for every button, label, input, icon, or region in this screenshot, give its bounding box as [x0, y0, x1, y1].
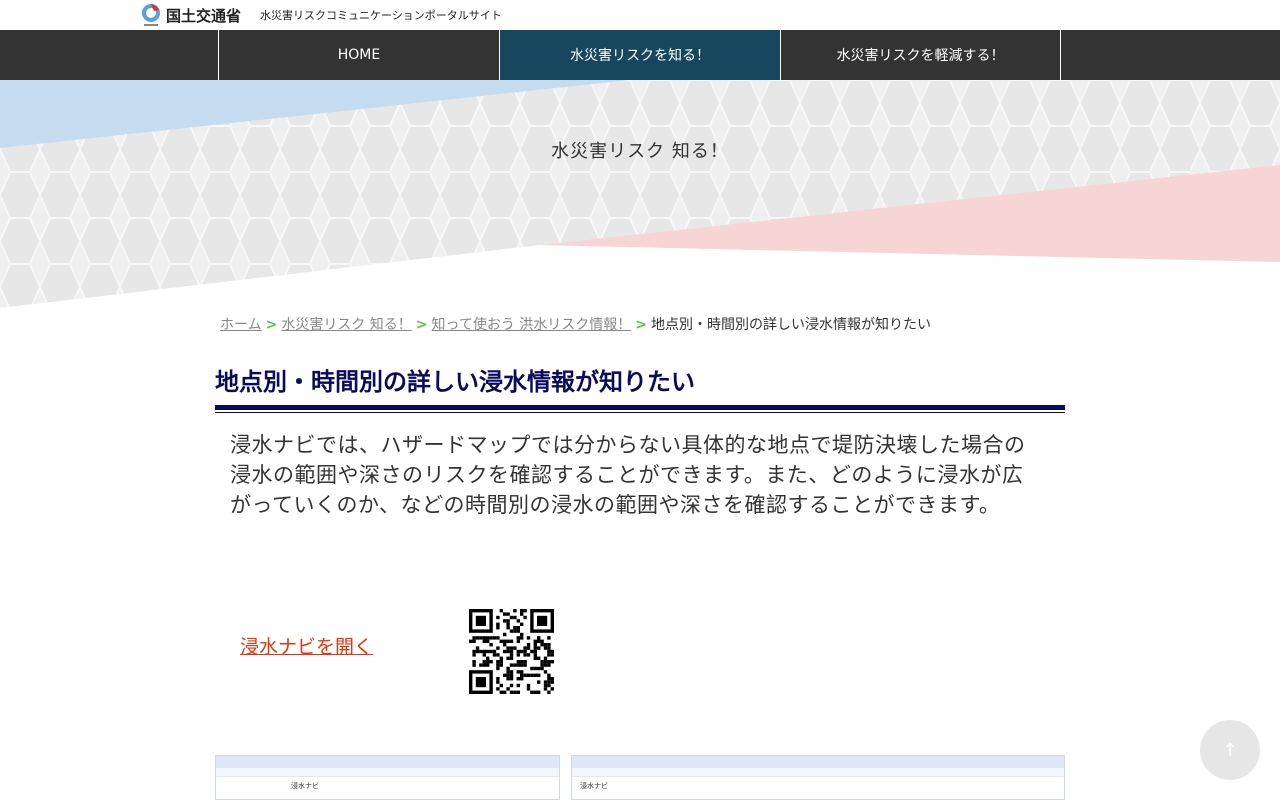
- thumbnail-header: 浸水ナビ: [291, 782, 319, 790]
- screenshot-thumbnail[interactable]: 浸水ナビ: [215, 755, 560, 800]
- logo-icon: [142, 4, 160, 26]
- nav-home[interactable]: HOME: [218, 30, 499, 80]
- breadcrumb-separator: >: [415, 317, 428, 333]
- browser-tab-bar: [216, 756, 559, 768]
- breadcrumb-flood-info[interactable]: 知って使おう 洪水リスク情報！: [432, 317, 632, 333]
- breadcrumb: ホーム > 水災害リスク 知る！ > 知って使おう 洪水リスク情報！ > 地点別・時間別の詳…: [220, 314, 931, 334]
- mlit-logo[interactable]: 国土交通省: [140, 3, 241, 27]
- page-title: 地点別・時間別の詳しい浸水情報が知りたい: [215, 362, 1065, 410]
- scroll-to-top-button[interactable]: ↑: [1200, 720, 1260, 780]
- browser-tab-bar: [572, 756, 1064, 768]
- banner-background: [0, 80, 1280, 308]
- browser-url-bar: [572, 768, 1064, 777]
- breadcrumb-current: 地点別・時間別の詳しい浸水情報が知りたい: [651, 317, 931, 333]
- screenshot-thumbnail[interactable]: 浸水ナビ: [571, 755, 1065, 800]
- thumbnail-header: 浸水ナビ: [580, 782, 608, 790]
- logo-text: 国土交通省: [166, 6, 242, 25]
- open-shinsui-navi-link[interactable]: 浸水ナビを開く: [240, 632, 373, 659]
- qr-code: [469, 609, 554, 694]
- main-nav: HOME 水災害リスクを知る！ 水災害リスクを軽減する！: [0, 30, 1280, 80]
- breadcrumb-separator: >: [265, 317, 278, 333]
- title-underline: [215, 412, 1065, 413]
- nav-reduce-risk[interactable]: 水災害リスクを軽減する！: [780, 30, 1061, 80]
- breadcrumb-separator: >: [635, 317, 647, 333]
- breadcrumb-know-risk[interactable]: 水災害リスク 知る！: [281, 317, 411, 333]
- top-header: 国土交通省 水災害リスクコミュニケーションポータルサイト: [0, 0, 1280, 30]
- banner-title: 水災害リスク 知る！: [551, 141, 729, 162]
- page-description: 浸水ナビでは、ハザードマップでは分からない具体的な地点で堤防決壊した場合の浸水の…: [230, 433, 1026, 517]
- hero-banner: 水災害リスク 知る！: [0, 80, 1280, 310]
- site-name: 水災害リスクコミュニケーションポータルサイト: [260, 9, 502, 22]
- browser-url-bar: [216, 768, 559, 777]
- nav-know-risk[interactable]: 水災害リスクを知る！: [499, 30, 780, 80]
- breadcrumb-home[interactable]: ホーム: [220, 317, 262, 333]
